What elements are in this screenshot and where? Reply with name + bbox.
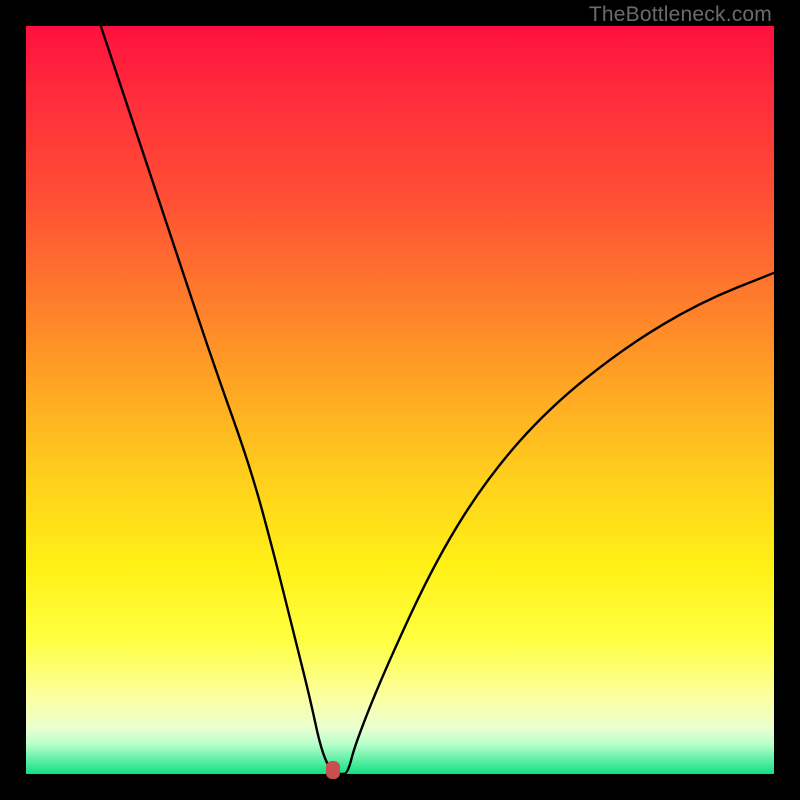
watermark-text: TheBottleneck.com xyxy=(589,3,772,27)
chart-plot-area xyxy=(26,26,774,774)
bottleneck-curve xyxy=(26,26,774,774)
optimal-point-marker xyxy=(326,761,340,779)
